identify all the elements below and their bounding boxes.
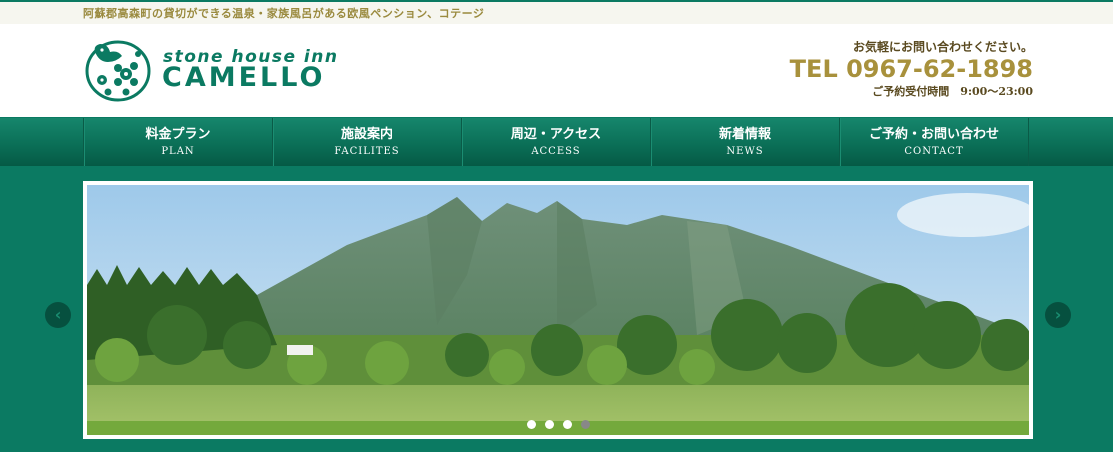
nav-label-en: ACCESS xyxy=(531,146,581,157)
hero-slider[interactable] xyxy=(83,181,1033,439)
phone-number[interactable]: TEL 0967-62-1898 xyxy=(790,55,1033,83)
nav-label-jp: 新着情報 xyxy=(718,127,771,142)
nav-label-jp: 施設案内 xyxy=(340,127,393,142)
logo-emblem-icon xyxy=(85,40,151,102)
slider-dot-active[interactable] xyxy=(581,420,590,429)
slider-next-button[interactable]: › xyxy=(1045,302,1071,328)
nav-item-facilities[interactable]: 施設案内 FACILITES xyxy=(273,118,462,167)
nav-label-en: PLAN xyxy=(161,146,195,157)
nav-item-plan[interactable]: 料金プラン PLAN xyxy=(84,118,273,167)
nav-item-contact[interactable]: ご予約・お問い合わせ CONTACT xyxy=(840,118,1029,167)
slider-pagination xyxy=(527,420,590,429)
nav-item-news[interactable]: 新着情報 NEWS xyxy=(651,118,840,167)
reservation-hours: ご予約受付時間 9:00～23:00 xyxy=(872,85,1033,98)
hero-slide-image xyxy=(87,185,1029,435)
slider-dot[interactable] xyxy=(563,420,572,429)
nav-list: 料金プラン PLAN 施設案内 FACILITES 周辺・アクセス ACCESS… xyxy=(83,118,1029,167)
global-nav: 料金プラン PLAN 施設案内 FACILITES 周辺・アクセス ACCESS… xyxy=(0,117,1113,167)
brand-name: CAMELLO xyxy=(162,62,326,93)
nav-label-jp: ご予約・お問い合わせ xyxy=(868,127,999,142)
contact-box: お気軽にお問い合わせください。 TEL 0967-62-1898 ご予約受付時間… xyxy=(790,38,1033,99)
slider-prev-button[interactable]: ‹ xyxy=(45,302,71,328)
nav-item-access[interactable]: 周辺・アクセス ACCESS xyxy=(462,118,651,167)
slider-dot[interactable] xyxy=(545,420,554,429)
hero-stage: ‹ › xyxy=(0,166,1113,452)
chevron-right-icon: › xyxy=(1054,305,1062,324)
slider-dot[interactable] xyxy=(527,420,536,429)
nav-label-en: CONTACT xyxy=(904,146,964,157)
logo[interactable]: stone house inn CAMELLO xyxy=(82,40,337,104)
nav-label-jp: 周辺・アクセス xyxy=(510,127,602,142)
site-header: stone house inn CAMELLO お気軽にお問い合わせください。 … xyxy=(0,24,1113,117)
contact-lead: お気軽にお問い合わせください。 xyxy=(852,40,1033,54)
nav-label-jp: 料金プラン xyxy=(145,127,211,142)
nav-label-en: NEWS xyxy=(726,146,764,157)
chevron-left-icon: ‹ xyxy=(54,305,62,324)
nav-label-en: FACILITES xyxy=(334,146,400,157)
top-bar: 阿蘇郡高森町の貸切ができる温泉・家族風呂がある欧風ペンション、コテージ xyxy=(0,0,1113,24)
site-tagline: 阿蘇郡高森町の貸切ができる温泉・家族風呂がある欧風ペンション、コテージ xyxy=(83,7,485,20)
